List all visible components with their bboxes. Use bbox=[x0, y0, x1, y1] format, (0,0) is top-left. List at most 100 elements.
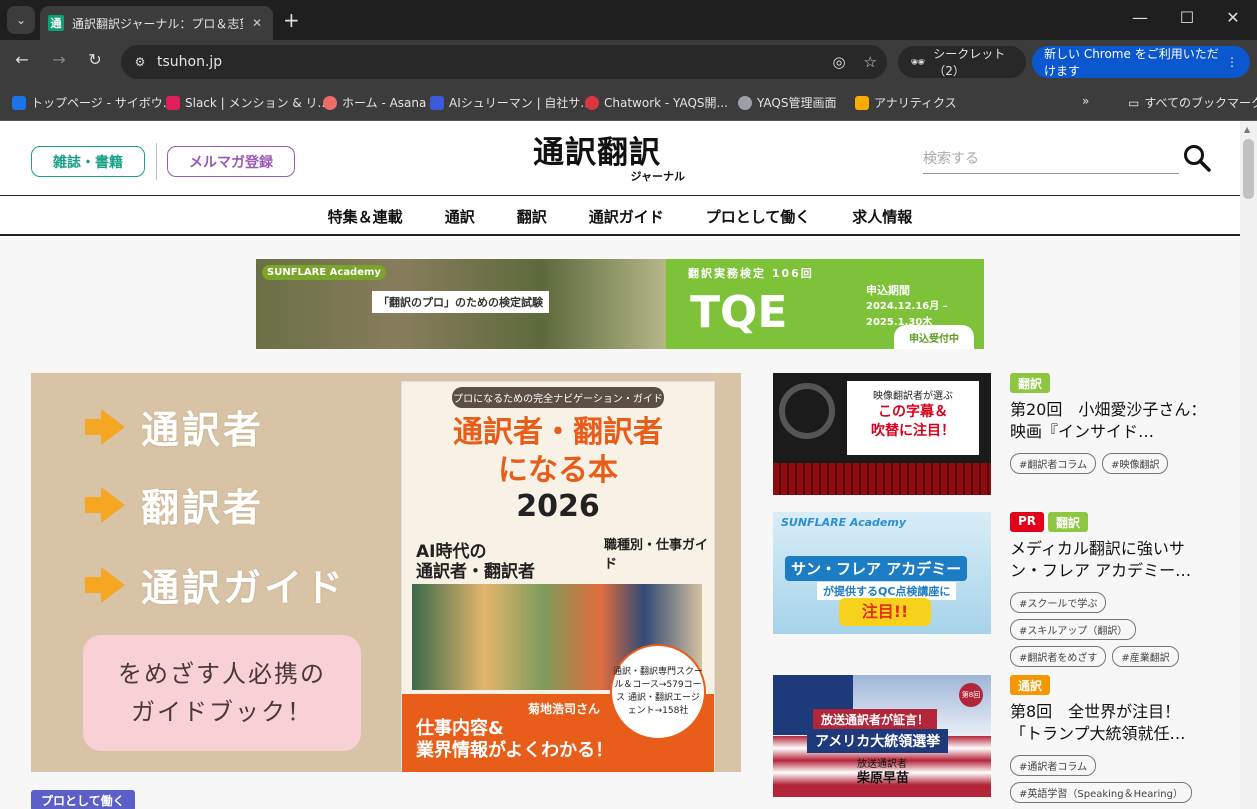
bookmark-item[interactable]: Slack | メンション & リ... bbox=[166, 94, 329, 111]
scroll-thumb[interactable] bbox=[1243, 139, 1254, 199]
hero-feature[interactable]: 通訳者 翻訳者 通訳ガイド をめざす人必携の ガイドブック！ プロになるための完… bbox=[31, 373, 741, 772]
tab-title: 通訳翻訳ジャーナル：プロ＆志望者 bbox=[72, 16, 243, 31]
hero-guidebook-box: をめざす人必携の ガイドブック！ bbox=[83, 635, 361, 751]
bookmark-item[interactable]: YAQS管理画面 bbox=[738, 94, 836, 111]
newsletter-button[interactable]: メルマガ登録 bbox=[167, 146, 295, 177]
nav-work-as-pro[interactable]: プロとして働く bbox=[685, 196, 832, 234]
bookmark-star-icon[interactable]: ☆ bbox=[864, 53, 877, 71]
nav-jobs[interactable]: 求人情報 bbox=[831, 196, 933, 234]
article-title[interactable]: 第20回 小畑愛沙子さん：映画『インサイド… bbox=[1010, 399, 1210, 443]
asana-icon bbox=[323, 95, 337, 110]
bookmark-item[interactable]: AIシュリーマン | 自社サ... bbox=[430, 94, 592, 111]
nav-interpreting[interactable]: 通訳 bbox=[424, 196, 496, 234]
magazine-books-button[interactable]: 雑誌・書籍 bbox=[31, 146, 145, 177]
site-logo[interactable]: 通訳翻訳 ジャーナル bbox=[533, 136, 685, 184]
apply-badge: 申込受付中 bbox=[894, 325, 974, 349]
bookmark-item[interactable]: トップページ - サイボウ... bbox=[12, 94, 174, 111]
bookmark-item[interactable]: ホーム - Asana bbox=[323, 94, 426, 111]
tab-search-button[interactable]: ⌄ bbox=[7, 6, 35, 34]
reload-button[interactable]: ↻ bbox=[83, 50, 107, 69]
search-input[interactable]: 検索する bbox=[923, 145, 1179, 174]
ai-icon bbox=[430, 95, 444, 110]
tqe-logo: TQE bbox=[690, 287, 788, 338]
logo-main-text: 通訳翻訳 bbox=[533, 135, 661, 171]
category-badge[interactable]: 翻訳 bbox=[1010, 373, 1051, 393]
incognito-icon: 🕶 bbox=[910, 55, 926, 69]
logo-sub-text: ジャーナル bbox=[630, 170, 685, 183]
tag-link[interactable]: #産業翻訳 bbox=[1112, 646, 1179, 667]
tracking-protection-icon[interactable]: ◎ bbox=[832, 53, 845, 71]
nav-features[interactable]: 特集＆連載 bbox=[307, 196, 424, 234]
book-cover: プロになるための完全ナビゲーション・ガイド 通訳者・翻訳者 になる本 2026 … bbox=[401, 381, 715, 772]
bookmark-item[interactable]: アナリティクス bbox=[855, 94, 957, 111]
folder-icon: ▭ bbox=[1128, 95, 1140, 110]
tag-link[interactable]: #翻訳者コラム bbox=[1010, 453, 1097, 474]
minimize-button[interactable]: — bbox=[1125, 8, 1155, 27]
nav-translation[interactable]: 翻訳 bbox=[496, 196, 568, 234]
new-tab-button[interactable]: + bbox=[283, 8, 300, 32]
address-bar[interactable]: ⚙ tsuhon.jp ◎ ☆ bbox=[121, 45, 887, 79]
incognito-indicator[interactable]: 🕶 シークレット（2） bbox=[898, 46, 1026, 78]
nav-guide[interactable]: 通訳ガイド bbox=[568, 196, 685, 234]
search-icon[interactable] bbox=[1182, 143, 1212, 173]
browser-toolbar: ← → ↻ ⚙ tsuhon.jp ◎ ☆ 🕶 シークレット（2） 新しい Ch… bbox=[0, 40, 1257, 84]
arrow-icon bbox=[85, 408, 125, 445]
all-bookmarks-button[interactable]: ▭ すべてのブックマーク bbox=[1128, 94, 1257, 111]
site-favicon-icon: 通 bbox=[48, 15, 64, 31]
tag-link[interactable]: #映像翻訳 bbox=[1102, 453, 1169, 474]
article-thumbnail[interactable]: SUNFLARE Academy サン・フレア アカデミー が提供するQC点検講… bbox=[773, 512, 991, 634]
banner-right-panel: 翻訳実務検定 106回 TQE 申込期間 2024.12.16月 – 2025.… bbox=[666, 259, 984, 349]
article-thumbnail[interactable]: 映像翻訳者が選ぶ この字幕＆ 吹替に注目！ bbox=[773, 373, 991, 495]
forward-button[interactable]: → bbox=[47, 50, 71, 69]
close-window-button[interactable]: ✕ bbox=[1218, 8, 1248, 27]
film-reel-icon bbox=[779, 383, 835, 439]
menu-dots-icon[interactable]: ⋮ bbox=[1226, 55, 1238, 69]
banner-brand: SUNFLARE Academy bbox=[262, 265, 386, 280]
incognito-label: シークレット（2） bbox=[933, 47, 1006, 78]
main-nav: 特集＆連載 通訳 翻訳 通訳ガイド プロとして働く 求人情報 bbox=[0, 195, 1240, 236]
globe-icon bbox=[738, 95, 752, 110]
url-text[interactable]: tsuhon.jp bbox=[157, 54, 222, 70]
bookmarks-bar: トップページ - サイボウ... Slack | メンション & リ... ホー… bbox=[0, 84, 1257, 121]
tag-link[interactable]: #スキルアップ（翻訳） bbox=[1010, 619, 1137, 640]
article-title[interactable]: メディカル翻訳に強いサン・フレア アカデミー… bbox=[1010, 538, 1210, 582]
arrow-icon bbox=[85, 486, 125, 523]
active-tab[interactable]: 通 通訳翻訳ジャーナル：プロ＆志望者 ✕ bbox=[40, 6, 273, 40]
site-info-icon[interactable]: ⚙ bbox=[129, 51, 151, 73]
category-label[interactable]: プロとして働く bbox=[31, 790, 135, 809]
hero-row-2: 翻訳者 bbox=[85, 477, 264, 532]
tqe-ad-banner[interactable]: SUNFLARE Academy 「翻訳のプロ」のための検定試験 翻訳実務検定 … bbox=[256, 259, 984, 349]
chrome-update-button[interactable]: 新しい Chrome をご利用いただけます ⋮ bbox=[1032, 46, 1250, 78]
tag-link[interactable]: #英語学習（Speaking＆Hearing） bbox=[1010, 782, 1192, 803]
web-page: 雑誌・書籍 メルマガ登録 通訳翻訳 ジャーナル 検索する 特集＆連載 通訳 翻訳… bbox=[0, 121, 1240, 809]
tag-link[interactable]: #翻訳者をめざす bbox=[1010, 646, 1107, 667]
pr-badge: PR bbox=[1010, 512, 1045, 532]
more-bookmarks-icon[interactable]: » bbox=[1082, 94, 1089, 108]
banner-tagline: 「翻訳のプロ」のための検定試験 bbox=[372, 291, 549, 313]
article-title[interactable]: 第8回 全世界が注目！「トランプ大統領就任… bbox=[1010, 701, 1210, 745]
article-thumbnail[interactable]: 第8回 放送通訳者が証言！ アメリカ大統領選挙 放送通訳者 柴原早苗 bbox=[773, 675, 991, 797]
maximize-button[interactable]: ☐ bbox=[1172, 8, 1202, 27]
update-label: 新しい Chrome をご利用いただけます bbox=[1044, 47, 1219, 78]
book-badge: 通訳・翻訳専門スクール＆コース→579コース 通訳・翻訳エージェント→158社 bbox=[610, 644, 706, 740]
tag-link[interactable]: #スクールで学ぶ bbox=[1010, 592, 1107, 613]
header-divider bbox=[156, 143, 157, 180]
category-badge[interactable]: 翻訳 bbox=[1048, 512, 1089, 532]
slack-icon bbox=[166, 95, 180, 110]
exam-label: 翻訳実務検定 106回 bbox=[688, 267, 814, 280]
apply-period: 申込期間 2024.12.16月 – 2025.1.30木 bbox=[866, 284, 948, 328]
bookmark-item[interactable]: Chatwork - YAQS開... bbox=[585, 94, 728, 111]
back-button[interactable]: ← bbox=[10, 50, 34, 69]
tag-link[interactable]: #通訳者コラム bbox=[1010, 755, 1097, 776]
analytics-icon bbox=[855, 95, 869, 110]
close-tab-icon[interactable]: ✕ bbox=[249, 16, 265, 30]
page-scrollbar[interactable]: ▲ bbox=[1240, 121, 1257, 809]
arrow-icon bbox=[85, 566, 125, 603]
bookmark-icon bbox=[12, 95, 26, 110]
chatwork-icon bbox=[585, 95, 599, 110]
hero-row-3: 通訳ガイド bbox=[85, 557, 346, 612]
scroll-up-icon[interactable]: ▲ bbox=[1244, 125, 1250, 134]
tab-strip: ⌄ 通 通訳翻訳ジャーナル：プロ＆志望者 ✕ + — ☐ ✕ bbox=[0, 0, 1257, 40]
hero-row-1: 通訳者 bbox=[85, 399, 264, 454]
category-badge[interactable]: 通訳 bbox=[1010, 675, 1051, 695]
